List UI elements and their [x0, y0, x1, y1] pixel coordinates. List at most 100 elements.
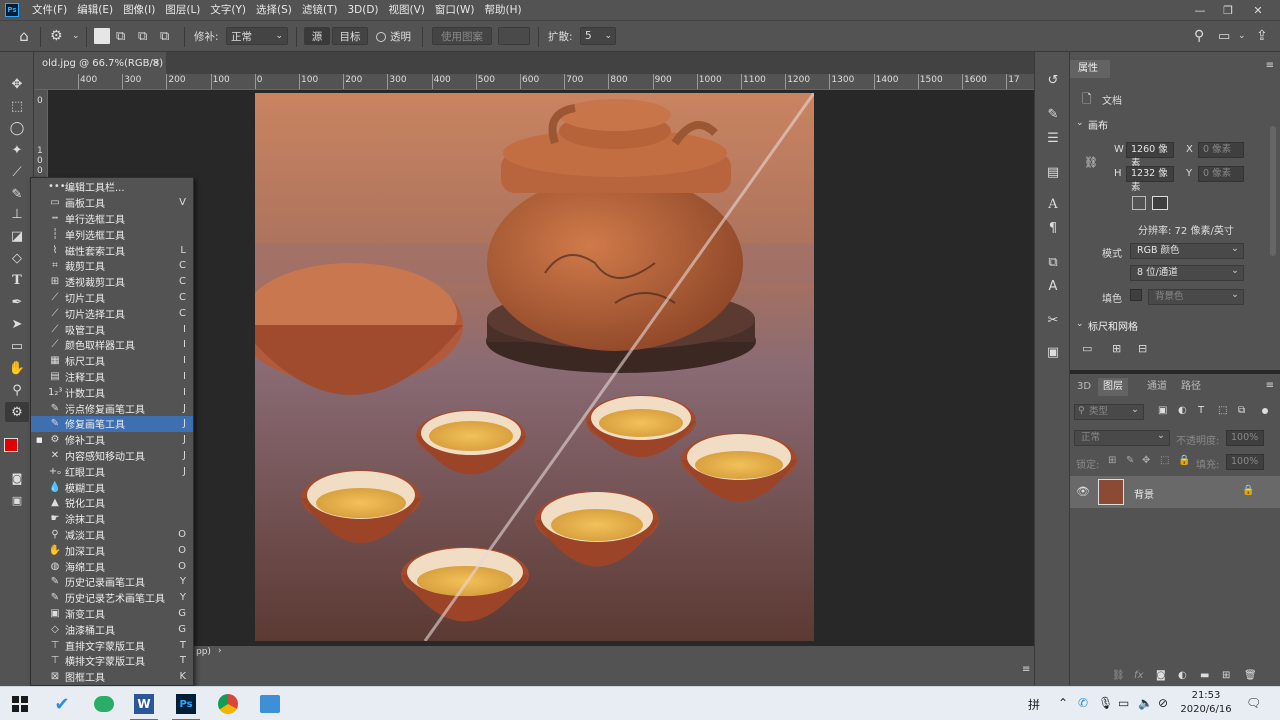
menu-item[interactable]: 视图(V): [384, 0, 430, 20]
lock-position-icon[interactable]: ✥: [1142, 455, 1150, 466]
menu-item[interactable]: 图像(I): [118, 0, 160, 20]
properties-scrollbar[interactable]: [1270, 126, 1276, 256]
mode-select[interactable]: RGB 颜色: [1130, 242, 1244, 259]
close-tab-icon[interactable]: ✕: [152, 58, 160, 69]
taskbar-app[interactable]: [250, 687, 290, 720]
chevron-up-icon[interactable]: ⌃: [1058, 696, 1068, 710]
filter-adjustment-icon[interactable]: ◐: [1178, 405, 1187, 416]
rectangle-tool-icon[interactable]: ▭: [5, 336, 29, 356]
menu-item[interactable]: 3D(D): [342, 0, 383, 20]
tool-menu-item[interactable]: ⊤ 直排文字蒙版工具 T: [31, 637, 193, 653]
tool-menu-item[interactable]: +ₒ 红眼工具 J: [31, 463, 193, 479]
canvas-area[interactable]: [48, 90, 1022, 646]
start-button[interactable]: [0, 687, 40, 720]
lasso-tool-icon[interactable]: ◯: [5, 118, 29, 138]
paint-bucket-tool-icon[interactable]: ◇: [5, 248, 29, 268]
new-layer-icon[interactable]: ⊞: [1222, 670, 1230, 681]
new-group-icon[interactable]: ▬: [1200, 670, 1209, 681]
menu-item[interactable]: 滤镜(T): [297, 0, 343, 20]
chevron-down-icon[interactable]: ⌄: [1076, 319, 1084, 329]
pen-tool-icon[interactable]: ✒: [5, 292, 29, 312]
link-icon[interactable]: ⛓: [1084, 156, 1098, 169]
tool-menu-item[interactable]: ▲ 锐化工具: [31, 495, 193, 511]
move-tool-icon[interactable]: ✥: [5, 74, 29, 94]
use-pattern-button[interactable]: 使用图案: [432, 27, 492, 45]
patch-tool-preset-icon[interactable]: ⚙: [50, 26, 63, 46]
ime-indicator[interactable]: 拼: [1028, 696, 1040, 713]
brush-settings-icon[interactable]: ✎: [1041, 104, 1065, 124]
landscape-orientation-icon[interactable]: [1152, 196, 1168, 210]
tool-menu-item[interactable]: 💧 模糊工具: [31, 479, 193, 495]
tool-menu-item[interactable]: ┅ 单行选框工具: [31, 211, 193, 227]
chevron-right-icon[interactable]: ›: [218, 646, 222, 656]
filter-smart-object-icon[interactable]: ⧉: [1238, 405, 1245, 416]
tool-presets-icon[interactable]: ✂: [1041, 310, 1065, 330]
layer-row[interactable]: 👁 背景 🔒: [1070, 476, 1280, 508]
microphone-icon[interactable]: 🎙: [1098, 696, 1113, 710]
chevron-down-icon[interactable]: ⌄: [1238, 26, 1246, 46]
menu-item[interactable]: 文件(F): [27, 0, 72, 20]
share-icon[interactable]: ⇪: [1256, 26, 1268, 46]
document-image[interactable]: [255, 93, 814, 641]
quick-selection-tool-icon[interactable]: ✦: [5, 140, 29, 160]
marquee-tool-icon[interactable]: ⬚: [5, 96, 29, 116]
history-icon[interactable]: ↺: [1041, 70, 1065, 90]
navigator-icon[interactable]: ▣: [1041, 342, 1065, 362]
fill-select[interactable]: 背景色: [1148, 288, 1244, 305]
source-button[interactable]: 源: [304, 27, 330, 45]
fx-icon[interactable]: fx: [1134, 670, 1143, 681]
delete-layer-icon[interactable]: 🗑: [1244, 670, 1257, 681]
close-button[interactable]: ✕: [1244, 0, 1272, 20]
tool-menu-item[interactable]: ▤ 注释工具 I: [31, 369, 193, 385]
tool-menu-item[interactable]: ▭ 画板工具 V: [31, 195, 193, 211]
patch-tool-icon[interactable]: ⚙: [5, 402, 29, 422]
volume-icon[interactable]: 🔈: [1138, 696, 1153, 710]
character-icon[interactable]: A: [1041, 194, 1065, 214]
home-icon[interactable]: ⌂: [14, 26, 34, 46]
panel-menu-icon[interactable]: ≡: [1266, 60, 1274, 71]
menu-item[interactable]: 选择(S): [251, 0, 297, 20]
type-tool-icon[interactable]: T: [5, 270, 29, 290]
tool-menu-item[interactable]: ■ ⚙ 修补工具 J: [31, 432, 193, 448]
opacity-field[interactable]: 100%: [1226, 430, 1264, 446]
tool-menu-item[interactable]: ▣ 渐变工具 G: [31, 606, 193, 622]
tool-menu-item[interactable]: ◇ 油漆桶工具 G: [31, 621, 193, 637]
grid-icon[interactable]: ⊞: [1112, 342, 1121, 355]
tool-menu-item[interactable]: ⚲ 减淡工具 O: [31, 527, 193, 543]
link-layers-icon[interactable]: ⛓: [1112, 670, 1125, 681]
target-button[interactable]: 目标: [332, 27, 368, 45]
taskbar-wechat[interactable]: [84, 687, 124, 720]
path-selection-tool-icon[interactable]: ➤: [5, 314, 29, 334]
tool-menu-item[interactable]: ⟋ 切片工具 C: [31, 290, 193, 306]
width-field[interactable]: 1260 像素: [1126, 142, 1174, 169]
tool-menu-item[interactable]: ••• 编辑工具栏...: [31, 179, 193, 195]
taskbar-word[interactable]: W: [124, 687, 164, 720]
zoom-tool-icon[interactable]: ⚲: [5, 380, 29, 400]
hand-tool-icon[interactable]: ✋: [5, 358, 29, 378]
panel-menu-icon[interactable]: ≡: [1266, 380, 1274, 391]
add-mask-icon[interactable]: ◙: [1156, 670, 1166, 681]
menu-item[interactable]: 帮助(H): [480, 0, 527, 20]
tool-menu-item[interactable]: ⊠ 图框工具 K: [31, 669, 193, 685]
adjustments-icon[interactable]: ☰: [1041, 128, 1065, 148]
network-icon[interactable]: ⊘: [1158, 696, 1168, 710]
filter-type-icon[interactable]: T: [1198, 405, 1204, 416]
tool-menu-item[interactable]: ✎ 历史记录艺术画笔工具 Y: [31, 590, 193, 606]
layer-panel-tab[interactable]: 通道: [1142, 378, 1172, 396]
menu-item[interactable]: 文字(Y): [205, 0, 251, 20]
subtract-selection-icon[interactable]: ⧉: [138, 26, 147, 46]
fill-field[interactable]: 100%: [1226, 454, 1264, 470]
filter-toggle[interactable]: [1262, 408, 1268, 414]
quick-mask-icon[interactable]: ◙: [5, 468, 29, 488]
new-selection-icon[interactable]: [94, 28, 110, 44]
tool-menu-item[interactable]: ⌇ 磁性套索工具 L: [31, 242, 193, 258]
filter-shape-icon[interactable]: ⬚: [1218, 405, 1227, 416]
pattern-picker[interactable]: [498, 27, 530, 45]
tool-menu-item[interactable]: ✎ 污点修复画笔工具 J: [31, 400, 193, 416]
search-icon[interactable]: ⚲: [1194, 26, 1204, 46]
character-styles-icon[interactable]: A: [1041, 276, 1065, 296]
tray-app-icon[interactable]: ✆: [1078, 696, 1088, 710]
tool-menu-item[interactable]: ☛ 涂抹工具: [31, 511, 193, 527]
workspace-icon[interactable]: ▭: [1218, 26, 1230, 46]
libraries-icon[interactable]: ▤: [1041, 162, 1065, 182]
